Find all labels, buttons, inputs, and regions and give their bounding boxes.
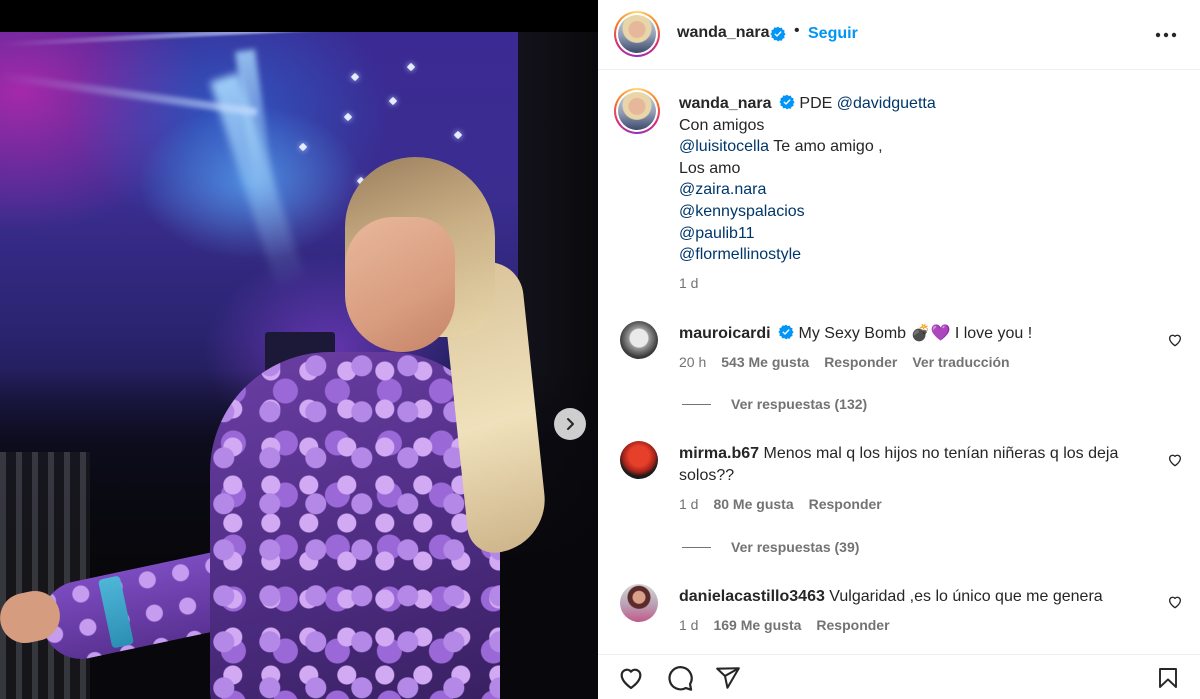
commenter-avatar[interactable] (620, 441, 658, 479)
verified-badge-icon (779, 94, 795, 110)
follow-button[interactable]: Seguir (808, 25, 858, 43)
post-media (0, 0, 598, 699)
view-replies-button[interactable]: Ver respuestas (132) (682, 396, 867, 412)
caption-author-avatar[interactable] (614, 88, 660, 134)
comment-meta: 20 h 543 Me gusta Responder Ver traducci… (679, 354, 1010, 370)
comment-text: mauroicardi My Sexy Bomb 💣💜 I love you ! (679, 323, 1149, 345)
chevron-right-icon (567, 418, 574, 430)
comment-body: Vulgaridad ,es lo único que me genera (824, 588, 1103, 605)
save-button[interactable] (1153, 663, 1183, 693)
commenter-username[interactable]: mauroicardi (679, 325, 771, 342)
author-avatar[interactable] (614, 11, 660, 57)
heart-icon[interactable] (1167, 594, 1183, 610)
comment-timestamp[interactable]: 1 d (679, 617, 698, 633)
comment-likes[interactable]: 169 Me gusta (713, 617, 801, 633)
comment-button[interactable] (665, 663, 695, 693)
reply-button[interactable]: Responder (824, 354, 897, 370)
reply-button[interactable]: Responder (816, 617, 889, 633)
heart-icon (620, 668, 642, 690)
caption-line: Te amo amigo , (769, 138, 883, 156)
mention-link[interactable]: @flormellinostyle (679, 244, 1179, 266)
comment-likes[interactable]: 80 Me gusta (713, 496, 793, 512)
share-icon (716, 667, 740, 689)
caption-timestamp[interactable]: 1 d (679, 275, 698, 291)
caption-pde: PDE (799, 95, 833, 112)
woman-figure (0, 32, 598, 699)
caption-username[interactable]: wanda_nara (679, 95, 771, 112)
caption-line: Los amo (679, 159, 741, 177)
comment-timestamp[interactable]: 1 d (679, 496, 698, 512)
like-button[interactable] (616, 663, 646, 693)
mention-link[interactable]: @zaira.nara (679, 179, 1179, 201)
bookmark-icon (1159, 668, 1177, 688)
translate-button[interactable]: Ver traducción (912, 354, 1009, 370)
caption-text: wanda_nara PDE @davidguetta Con amigos @… (679, 93, 1179, 266)
comment-meta: 1 d 169 Me gusta Responder (679, 617, 890, 633)
comment-text: mirma.b67 Menos mal q los hijos no tenía… (679, 443, 1149, 486)
comment-body: I love you ! (950, 325, 1033, 342)
mention-link[interactable]: @paulib11 (679, 223, 1179, 245)
verified-badge-icon (770, 26, 786, 42)
verified-badge-icon (778, 324, 794, 340)
view-replies-label: Ver respuestas (39) (731, 539, 860, 555)
mention-link[interactable]: @davidguetta (837, 95, 936, 112)
post-photo (0, 32, 598, 699)
view-replies-button[interactable]: Ver respuestas (39) (682, 539, 859, 555)
commenter-avatar[interactable] (620, 321, 658, 359)
comment-icon (668, 666, 693, 691)
heart-icon[interactable] (1167, 452, 1183, 468)
mention-link[interactable]: @luisitocella (679, 138, 769, 155)
comment-timestamp[interactable]: 20 h (679, 354, 706, 370)
separator-dot: • (794, 22, 800, 39)
commenter-username[interactable]: danielacastillo3463 (679, 588, 825, 605)
comment-body: My Sexy Bomb (794, 325, 911, 342)
commenter-username[interactable]: mirma.b67 (679, 445, 759, 462)
commenter-avatar[interactable] (620, 584, 658, 622)
post-header: wanda_nara • Seguir (598, 0, 1200, 70)
share-button[interactable] (713, 663, 743, 693)
mention-link[interactable]: @kennyspalacios (679, 201, 1179, 223)
view-replies-label: Ver respuestas (132) (731, 396, 868, 412)
post-details-panel: wanda_nara • Seguir wanda_nara PDE @davi… (598, 0, 1200, 699)
comment-text: danielacastillo3463 Vulgaridad ,es lo ún… (679, 586, 1149, 608)
author-username[interactable]: wanda_nara (677, 24, 769, 42)
comment-emoji: 💣💜 (910, 325, 951, 342)
reply-button[interactable]: Responder (809, 496, 882, 512)
post-action-bar (598, 654, 1200, 699)
heart-icon[interactable] (1167, 332, 1183, 348)
more-options-icon (1155, 32, 1177, 38)
next-photo-button[interactable] (554, 408, 586, 440)
caption-line: Con amigos (679, 116, 765, 134)
comment-meta: 1 d 80 Me gusta Responder (679, 496, 882, 512)
comment-likes[interactable]: 543 Me gusta (721, 354, 809, 370)
more-options-button[interactable] (1152, 22, 1180, 48)
